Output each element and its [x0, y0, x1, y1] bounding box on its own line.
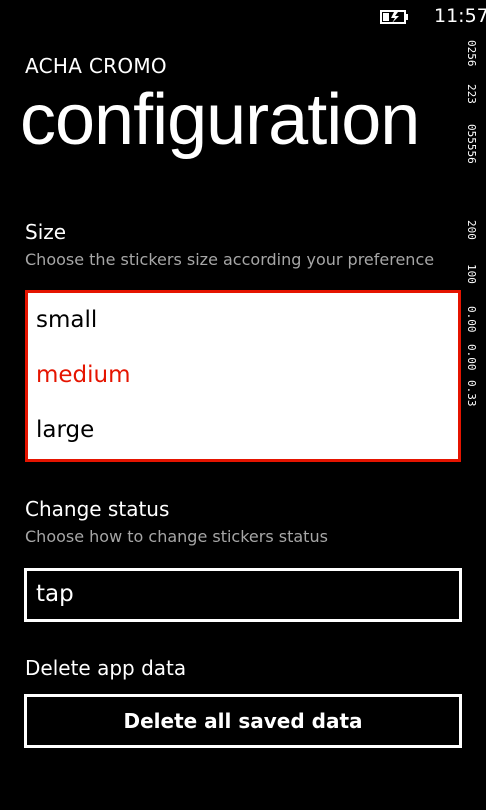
app-name: ACHA CROMO [25, 54, 167, 78]
status-bar: 11:57 [0, 0, 486, 34]
clock: 11:57 [434, 5, 486, 27]
size-option-medium[interactable]: medium [28, 348, 458, 403]
size-section-description: Choose the stickers size according your … [25, 250, 435, 269]
delete-section-title: Delete app data [25, 656, 187, 680]
debug-counter-value: 055556 [465, 124, 478, 164]
page-title: configuration [20, 80, 420, 160]
size-option-small[interactable]: small [28, 293, 458, 348]
size-listbox[interactable]: small medium large [25, 290, 461, 462]
debug-counter-value: 0.00 [465, 344, 478, 371]
debug-counter-value: 200 [465, 220, 478, 240]
debug-counter-value: 100 [465, 264, 478, 284]
size-option-large[interactable]: large [28, 403, 458, 458]
debug-counter-value: 0.33 [465, 380, 478, 407]
status-section-description: Choose how to change stickers status [25, 527, 328, 546]
debug-counter-value: 223 [465, 84, 478, 104]
status-section-title: Change status [25, 497, 170, 521]
battery-charging-icon [380, 10, 408, 24]
debug-counter-value: 0256 [465, 40, 478, 67]
status-picker-value: tap [36, 581, 74, 607]
size-section-title: Size [25, 220, 67, 244]
debug-memory-counter: 0256 223 055556 200 100 0.00 0.00 0.33 [465, 40, 486, 410]
debug-counter-value: 0.00 [465, 306, 478, 333]
status-picker[interactable]: tap [24, 568, 462, 622]
delete-all-data-button[interactable]: Delete all saved data [24, 694, 462, 748]
